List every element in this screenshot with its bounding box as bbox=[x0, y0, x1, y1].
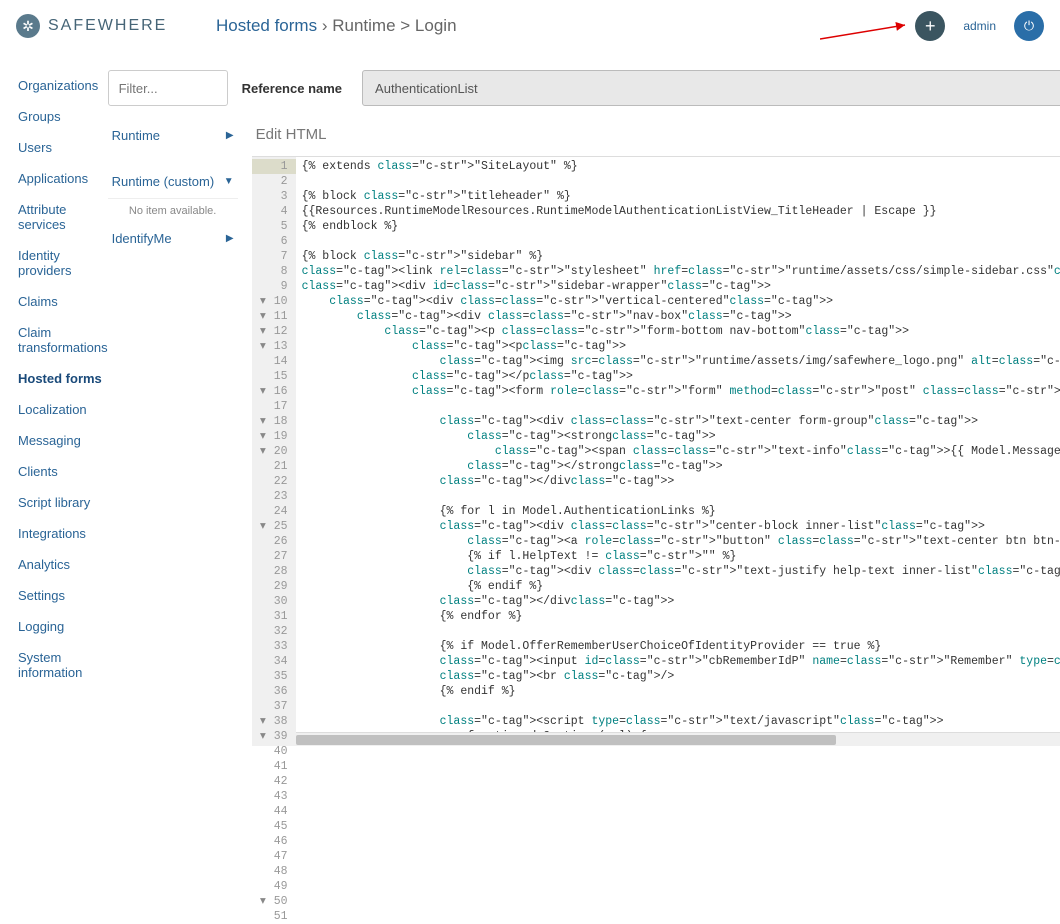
snowflake-icon: ✲ bbox=[16, 14, 40, 38]
sidebar-item-applications[interactable]: Applications bbox=[18, 163, 108, 194]
user-label[interactable]: admin bbox=[963, 19, 996, 33]
sidebar-item-hosted-forms[interactable]: Hosted forms bbox=[18, 363, 108, 394]
breadcrumb-mid: Runtime bbox=[332, 16, 395, 35]
sidebar-item-organizations[interactable]: Organizations bbox=[18, 70, 108, 101]
horizontal-scrollbar[interactable] bbox=[296, 732, 1060, 746]
caret-down-icon: ▼ bbox=[224, 176, 234, 187]
sidebar-item-claim-transformations[interactable]: Claim transformations bbox=[18, 317, 108, 363]
plus-icon: + bbox=[925, 16, 936, 37]
sidebar-item-users[interactable]: Users bbox=[18, 132, 108, 163]
sidebar-item-claims[interactable]: Claims bbox=[18, 286, 108, 317]
sidebar-item-integrations[interactable]: Integrations bbox=[18, 518, 108, 549]
breadcrumb-root[interactable]: Hosted forms bbox=[216, 16, 317, 35]
power-icon: ⏻ bbox=[1024, 18, 1034, 34]
gutter: 1 2 3 4 5 6 7 8 9 ▾ 10 ▾ 11 ▾ 12 ▾ 13 14… bbox=[252, 157, 296, 746]
sidebar-item-identity-providers[interactable]: Identity providers bbox=[18, 240, 108, 286]
breadcrumb: Hosted forms › Runtime > Login bbox=[216, 16, 915, 36]
sidebar-item-clients[interactable]: Clients bbox=[18, 456, 108, 487]
sidebar-item-system-information[interactable]: System information bbox=[18, 642, 108, 688]
sidebar-item-script-library[interactable]: Script library bbox=[18, 487, 108, 518]
sidebar-item-analytics[interactable]: Analytics bbox=[18, 549, 108, 580]
tree-no-item: No item available. bbox=[108, 198, 238, 223]
form-tree: Runtime▶ Runtime (custom)▼ No item avail… bbox=[108, 120, 238, 746]
logout-button[interactable]: ⏻ bbox=[1014, 11, 1044, 41]
reference-label: Reference name bbox=[242, 81, 342, 96]
tree-item-runtime[interactable]: Runtime▶ bbox=[108, 120, 238, 152]
tree-item-identifyme[interactable]: IdentifyMe▶ bbox=[108, 223, 238, 255]
code-editor[interactable]: 1 2 3 4 5 6 7 8 9 ▾ 10 ▾ 11 ▾ 12 ▾ 13 14… bbox=[252, 156, 1060, 746]
caret-right-icon: ▶ bbox=[226, 233, 234, 244]
sidebar-item-attribute-services[interactable]: Attribute services bbox=[18, 194, 108, 240]
sidebar-item-settings[interactable]: Settings bbox=[18, 580, 108, 611]
add-button[interactable]: + bbox=[915, 11, 945, 41]
editor-title: Edit HTML bbox=[256, 126, 1060, 143]
reference-name-field[interactable]: AuthenticationList bbox=[362, 70, 1060, 106]
filter-input[interactable] bbox=[108, 70, 228, 106]
sidebar-item-groups[interactable]: Groups bbox=[18, 101, 108, 132]
code-body[interactable]: {% extends class="c-str">"SiteLayout" %}… bbox=[296, 157, 1060, 746]
logo: ✲ SAFEWHERE bbox=[16, 14, 216, 38]
breadcrumb-leaf: Login bbox=[415, 16, 457, 35]
sidebar: OrganizationsGroupsUsersApplicationsAttr… bbox=[0, 52, 108, 746]
caret-right-icon: ▶ bbox=[226, 130, 234, 141]
sidebar-item-messaging[interactable]: Messaging bbox=[18, 425, 108, 456]
sidebar-item-localization[interactable]: Localization bbox=[18, 394, 108, 425]
brand-name: SAFEWHERE bbox=[48, 17, 167, 35]
sidebar-item-logging[interactable]: Logging bbox=[18, 611, 108, 642]
tree-item-runtime-custom[interactable]: Runtime (custom)▼ bbox=[108, 166, 238, 198]
